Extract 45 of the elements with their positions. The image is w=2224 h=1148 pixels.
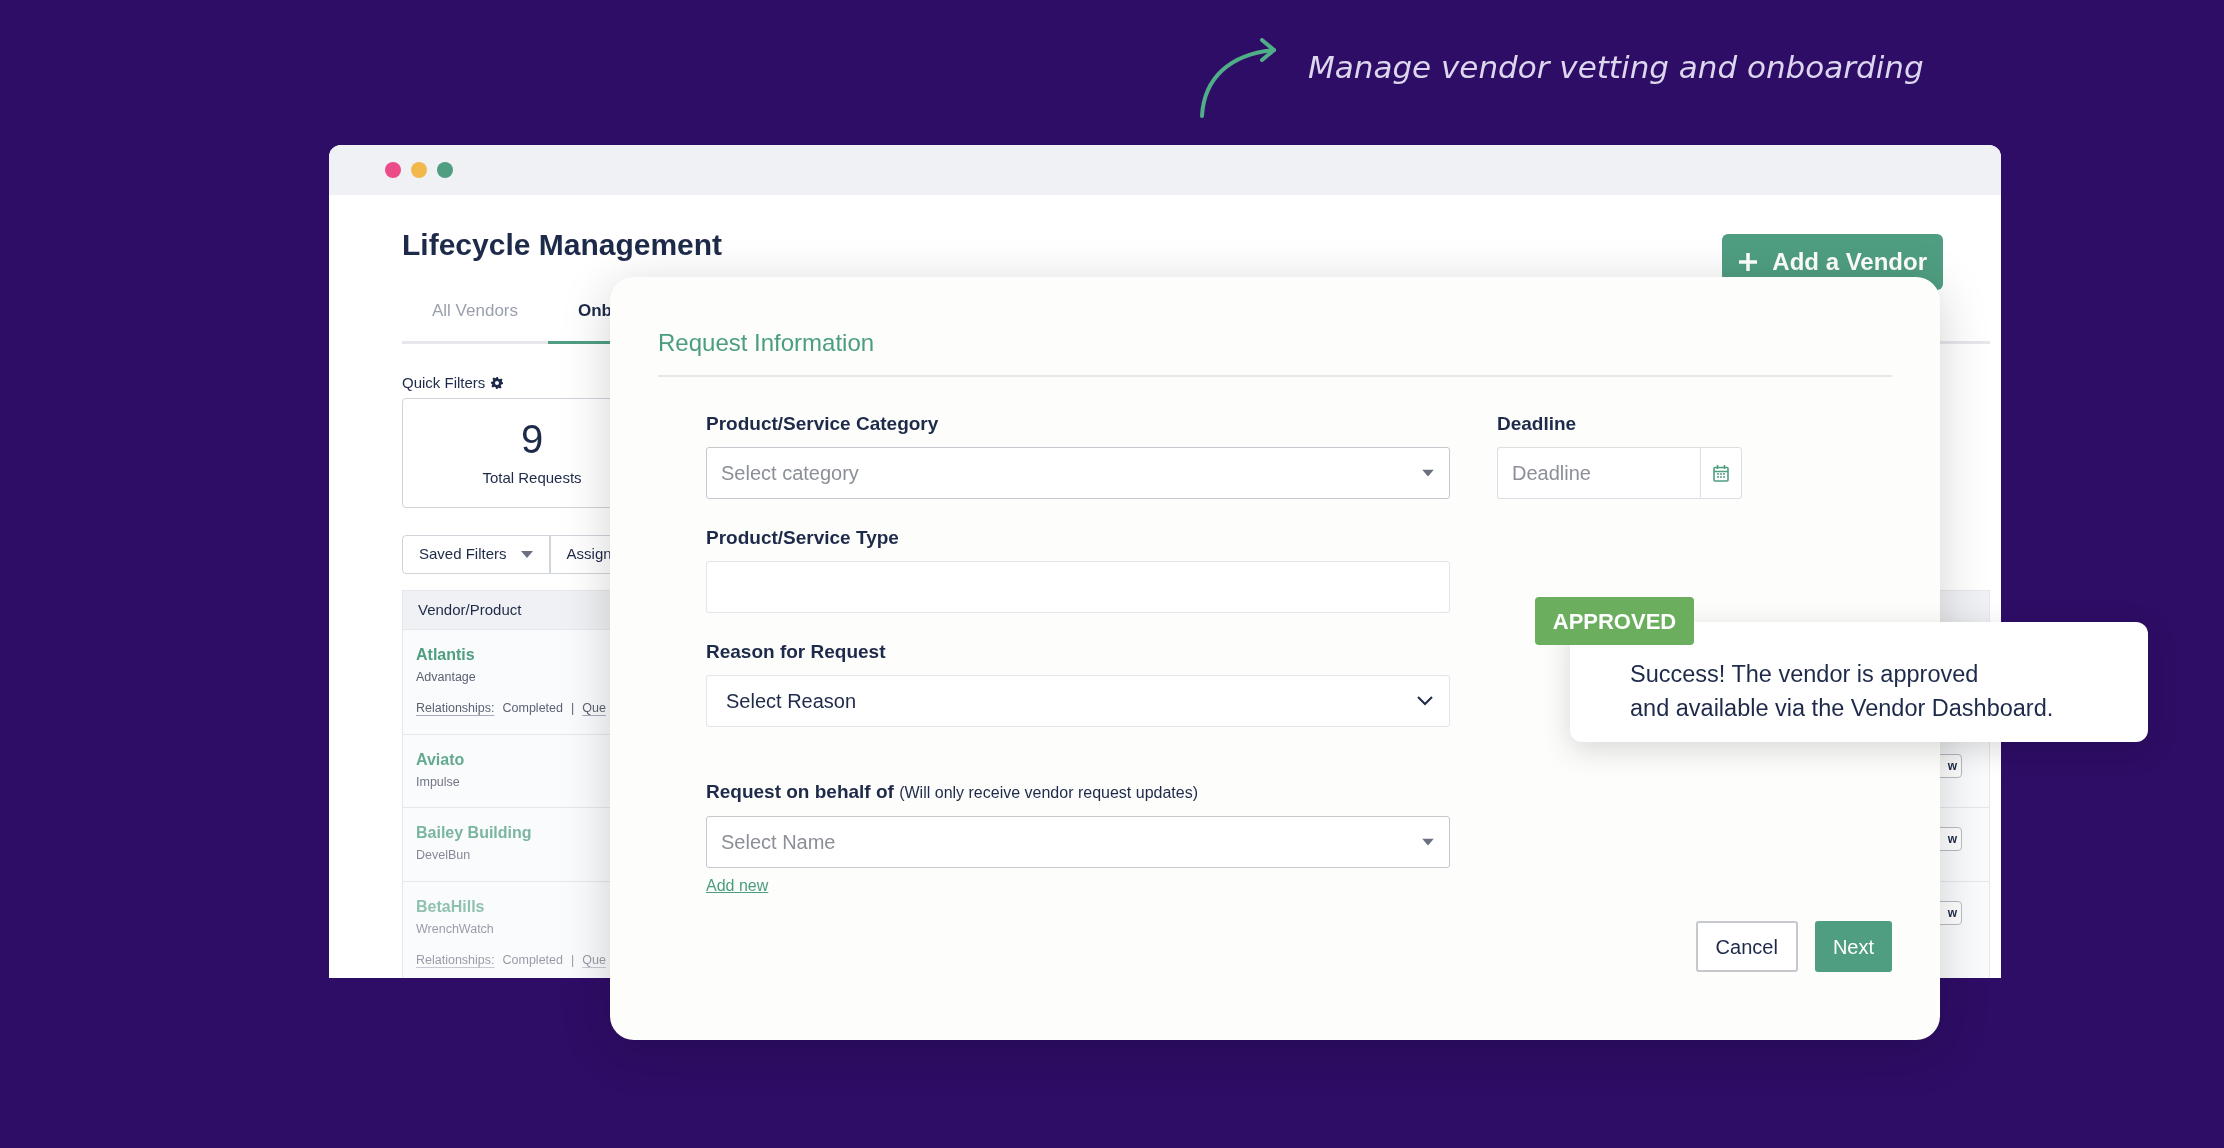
dialog-title: Request Information	[658, 325, 1892, 377]
add-new-link[interactable]: Add new	[706, 874, 769, 898]
column-header: Vendor/Product	[418, 599, 522, 620]
field-label: Product/Service Category	[706, 413, 940, 435]
quick-filters-label: Quick Filters	[402, 372, 486, 393]
chevron-down-icon	[1417, 696, 1433, 706]
field-label: Request on behalf of (Will only receive vendor request updates)	[706, 781, 1199, 804]
dropdown-field[interactable]: Select Name	[706, 816, 1450, 868]
text-field[interactable]	[706, 561, 1450, 613]
approved-badge: APPROVED	[1535, 597, 1694, 645]
caret-icon	[1422, 838, 1434, 846]
window-dot	[437, 162, 453, 178]
product-name: Impulse	[416, 773, 461, 791]
plus-icon	[1738, 252, 1759, 272]
date-field[interactable]: Deadline	[1497, 447, 1700, 499]
product-name: Advantage	[416, 669, 477, 686]
settings-icon	[491, 376, 504, 389]
tagline: Manage vendor vetting and onboarding	[1308, 48, 1924, 87]
card-label: Total Requests	[482, 467, 582, 488]
next-button[interactable]: Next	[1814, 921, 1892, 972]
toast-message: Success! The vendor is approved and available via the Vendor Dashboard.	[1630, 660, 2055, 723]
separator-text: |	[570, 699, 575, 717]
detail-link[interactable]: Relationships:	[416, 698, 495, 718]
window-dot	[385, 162, 401, 178]
vendor-link[interactable]: Atlantis	[416, 643, 606, 667]
dropdown-field[interactable]: Select category	[706, 447, 1450, 499]
separator-text: |	[570, 951, 575, 969]
calendar-icon	[1713, 464, 1729, 482]
caret-icon	[1422, 469, 1434, 477]
field-label: Product/Service Type	[706, 527, 900, 549]
caret-icon	[520, 551, 533, 558]
cancel-button[interactable]: Cancel	[1695, 921, 1798, 972]
product-name: DevelBun	[416, 847, 472, 865]
filter-button[interactable]: Saved Filters	[402, 535, 550, 574]
detail-link[interactable]: Que	[582, 698, 606, 718]
status-text: Completed	[502, 951, 563, 969]
page-title: Lifecycle Management	[402, 227, 723, 263]
window-dot	[411, 162, 427, 178]
calendar-button[interactable]	[1700, 447, 1742, 499]
request-count: 9	[520, 416, 544, 461]
status-text: Completed	[502, 699, 563, 717]
product-name: WrenchWatch	[416, 921, 495, 938]
select-field[interactable]: Select Reason	[706, 675, 1450, 727]
field-label: Deadline	[1497, 413, 1578, 435]
field-label: Reason for Request	[706, 641, 887, 663]
